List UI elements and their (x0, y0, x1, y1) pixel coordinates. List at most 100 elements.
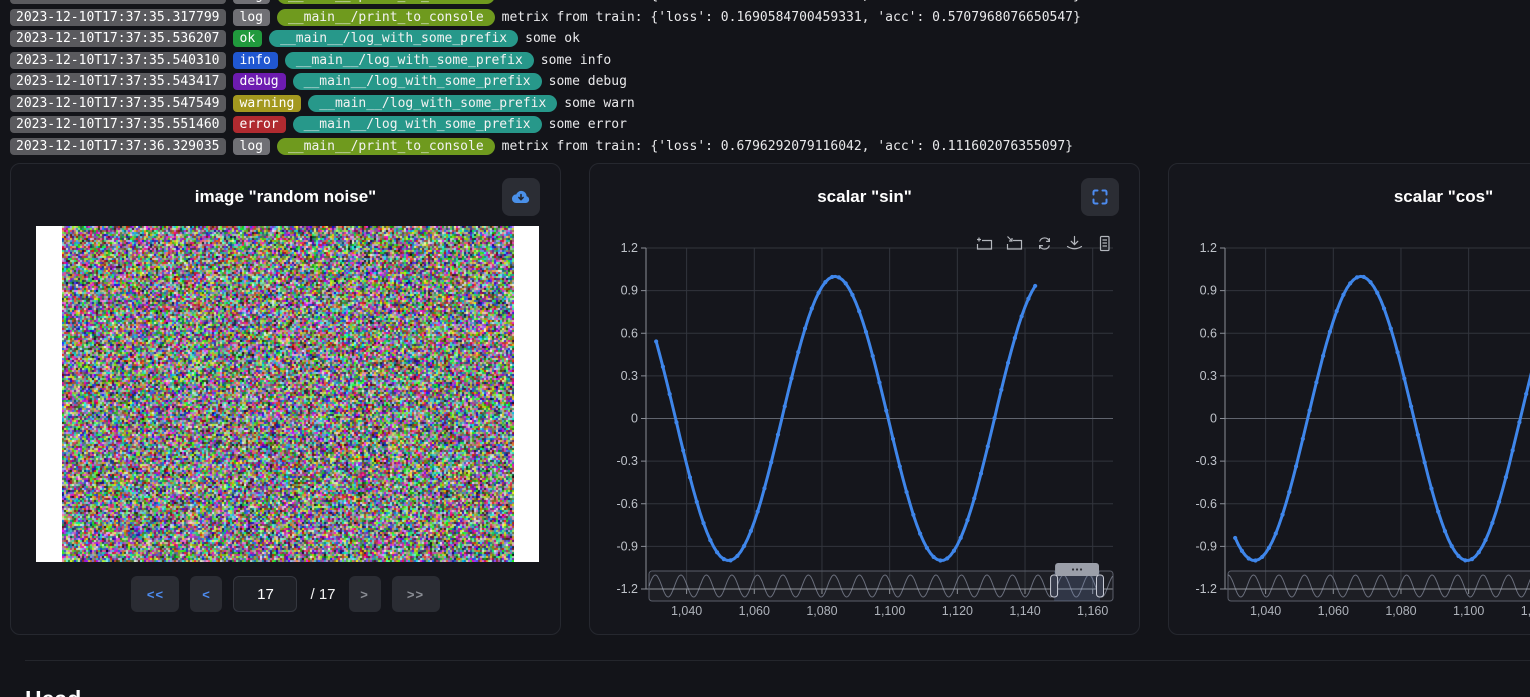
save-image-icon[interactable] (1066, 235, 1083, 252)
log-row: 2023-12-10T17:37:35.317799 log __main__/… (10, 7, 1530, 29)
y-axis-label: 0.6 (1200, 326, 1217, 340)
noise-image (62, 226, 514, 562)
x-axis-label: 1,080 (806, 604, 837, 618)
datazoom-handle[interactable] (1051, 575, 1058, 597)
chart-grid (1225, 248, 1530, 589)
image-frame (36, 226, 539, 562)
log-timestamp: 2023-12-10T17:37:35.317799 (10, 9, 226, 26)
page-total-label: / 17 (310, 586, 335, 603)
log-row: 2023-12-10T17:37:35.540310 info __main__… (10, 50, 1530, 72)
datazoom-slider[interactable] (1228, 563, 1530, 601)
log-level-badge: log (233, 0, 270, 4)
log-row: 2023-12-10T17:37:35.547549 warning __mai… (10, 93, 1530, 115)
cloud-download-icon (510, 188, 532, 206)
log-timestamp: 2023-12-10T17:37:35.540310 (10, 52, 226, 69)
log-level-badge: warning (233, 95, 302, 112)
y-axis-label: 0 (1210, 412, 1217, 426)
pagination: << < / 17 > >> (11, 576, 560, 612)
y-axis-label: 0.9 (1200, 284, 1217, 298)
restore-icon[interactable] (1036, 235, 1053, 252)
dashboard-page: 2023-12-10T17:37:35.317799 log __main__/… (0, 0, 1530, 697)
log-timestamp: 2023-12-10T17:37:35.317799 (10, 0, 226, 4)
y-axis-label: -0.3 (1195, 454, 1217, 468)
x-axis-label: 1,080 (1385, 604, 1416, 618)
sin-chart-plot[interactable]: 1.20.90.60.30-0.3-0.6-0.9-1.21,0401,0601… (590, 222, 1141, 622)
data-view-icon[interactable] (1096, 235, 1113, 252)
log-message: metrix from train: {'loss': 0.6796292079… (502, 139, 1073, 154)
log-message: some warn (564, 96, 634, 111)
x-axis-label: 1,160 (1077, 604, 1108, 618)
cos-chart-card: scalar "cos" 1.2 0.9 0.6 0.3 0 -0.3 -0.6 -0.9 -1… (1168, 163, 1530, 635)
y-axis-label: -0.9 (616, 539, 638, 553)
log-level-badge: info (233, 52, 278, 69)
log-source-badge: __main__/log_with_some_prefix (293, 73, 542, 90)
fullscreen-button[interactable] (1081, 178, 1119, 216)
log-message: metrix from train: {'loss': 0.1690584700… (502, 10, 1081, 25)
log-source-badge: __main__/log_with_some_prefix (293, 116, 542, 133)
y-axis-label: 0.6 (621, 326, 638, 340)
y-axis-label: -0.6 (616, 497, 638, 511)
last-page-button[interactable]: >> (392, 576, 440, 612)
x-axis-label: 1,060 (1318, 604, 1349, 618)
page-input[interactable] (233, 576, 297, 612)
log-timestamp: 2023-12-10T17:37:35.547549 (10, 95, 226, 112)
image-card: image "random noise" << < / 17 > >> (10, 163, 561, 635)
log-source-badge: __main__/log_with_some_prefix (269, 30, 518, 47)
y-axis-label: 1.2 (621, 241, 638, 255)
chart-grid (646, 248, 1113, 589)
y-axis-label: -0.9 (1195, 539, 1217, 553)
y-axis-label: -0.3 (616, 454, 638, 468)
log-message: some info (541, 53, 611, 68)
log-level-badge: ok (233, 30, 263, 47)
x-axis-label: 1,040 (1250, 604, 1281, 618)
next-page-button[interactable]: > (349, 576, 381, 612)
datazoom-reset-icon[interactable] (1006, 235, 1023, 252)
log-row: 2023-12-10T17:37:35.551460 error __main_… (10, 114, 1530, 136)
x-axis-label: 1,100 (1453, 604, 1484, 618)
chart-toolbox (976, 235, 1113, 252)
log-message: some debug (549, 74, 627, 89)
y-axis-label: -0.6 (1195, 497, 1217, 511)
x-axis-label: 1,140 (1009, 604, 1040, 618)
fullscreen-icon (1091, 188, 1109, 206)
bottom-heading-partial: Head (25, 686, 81, 697)
log-row: 2023-12-10T17:37:35.543417 debug __main_… (10, 71, 1530, 93)
log-source-badge: __main__/log_with_some_prefix (308, 95, 557, 112)
y-axis-label: 0.3 (1200, 369, 1217, 383)
x-axis-label: 1,100 (874, 604, 905, 618)
log-level-badge: log (233, 138, 270, 155)
log-timestamp: 2023-12-10T17:37:36.329035 (10, 138, 226, 155)
log-message: some error (549, 117, 627, 132)
section-divider (25, 660, 1530, 661)
y-axis-label: -1.2 (1195, 582, 1217, 596)
log-timestamp: 2023-12-10T17:37:35.551460 (10, 116, 226, 133)
datazoom-handle[interactable] (1097, 575, 1104, 597)
y-axis-label: 1.2 (1200, 241, 1217, 255)
log-row: 2023-12-10T17:37:36.329035 log __main__/… (10, 136, 1530, 158)
y-axis-label: -1.2 (616, 582, 638, 596)
log-timestamp: 2023-12-10T17:37:35.543417 (10, 73, 226, 90)
log-level-badge: error (233, 116, 286, 133)
log-console: 2023-12-10T17:37:35.317799 log __main__/… (10, 0, 1530, 157)
sin-chart-title: scalar "sin" (590, 164, 1139, 207)
x-axis-label: 1,040 (671, 604, 702, 618)
log-timestamp: 2023-12-10T17:37:35.536207 (10, 30, 226, 47)
cos-chart-plot[interactable]: 1.2 0.9 0.6 0.3 0 -0.3 -0.6 -0.9 -1.2 1,040 1,060 1… (1169, 222, 1530, 622)
log-level-badge: debug (233, 73, 286, 90)
cos-chart-title: scalar "cos" (1169, 164, 1530, 207)
prev-page-button[interactable]: < (190, 576, 222, 612)
datazoom-icon[interactable] (976, 235, 993, 252)
log-level-badge: log (233, 9, 270, 26)
image-card-title: image "random noise" (11, 164, 560, 207)
log-row: 2023-12-10T17:37:35.536207 ok __main__/l… (10, 28, 1530, 50)
log-message: some ok (525, 31, 580, 46)
first-page-button[interactable]: << (131, 576, 179, 612)
log-message: metrix from train: {'loss': 0.1690584700… (502, 0, 1081, 3)
log-source-badge: __main__/print_to_console (277, 9, 495, 26)
log-source-badge: __main__/print_to_console (277, 0, 495, 4)
x-axis-label: 1,120 (1521, 604, 1530, 618)
x-axis-label: 1,120 (942, 604, 973, 618)
y-axis-label: 0.3 (621, 369, 638, 383)
datazoom-slider[interactable] (649, 563, 1113, 601)
download-image-button[interactable] (502, 178, 540, 216)
